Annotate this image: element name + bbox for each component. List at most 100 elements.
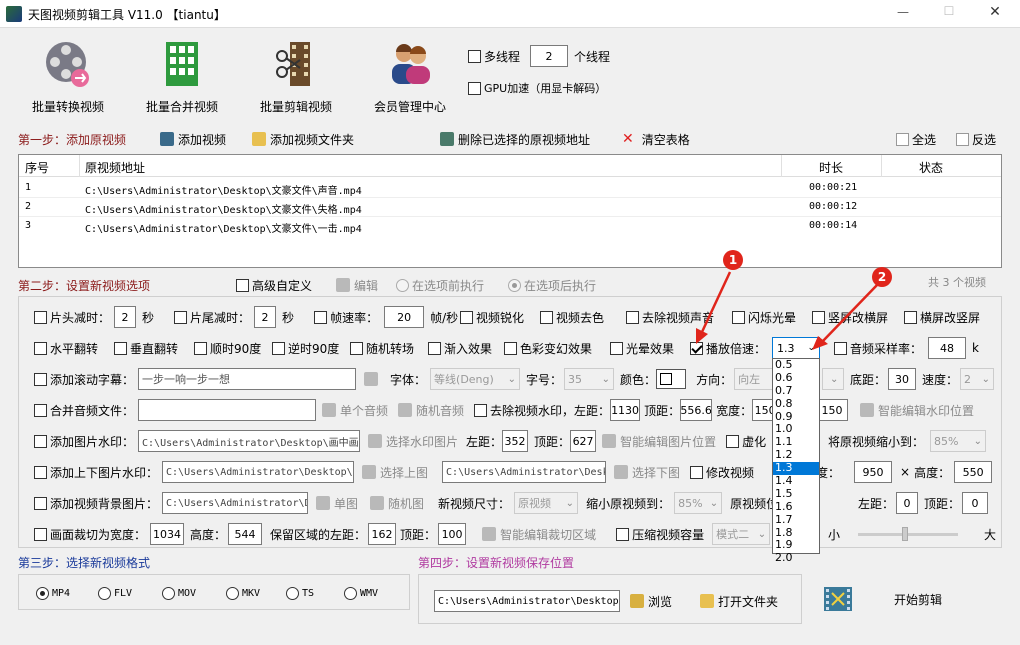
- remove-audio-checkbox[interactable]: [626, 310, 639, 324]
- table-row[interactable]: 1 C:\Users\Administrator\Desktop\文豪文件\声音…: [19, 179, 1001, 198]
- multithread-checkbox[interactable]: [468, 49, 481, 63]
- bg-left-input[interactable]: 0: [896, 492, 919, 514]
- color-effect-checkbox[interactable]: [504, 341, 517, 355]
- speed-option[interactable]: 0.7: [773, 384, 819, 398]
- bottom-input[interactable]: 30: [888, 368, 917, 390]
- bg-top-input[interactable]: 0: [962, 492, 989, 514]
- merge-audio-input[interactable]: [138, 399, 317, 421]
- color-picker[interactable]: [656, 369, 687, 389]
- subtitle-position-select[interactable]: [822, 368, 844, 390]
- subtitle-input[interactable]: 一步一响一步一想: [138, 368, 357, 390]
- tb-image-checkbox[interactable]: [34, 465, 47, 479]
- tail-cut-input[interactable]: 2: [254, 306, 277, 328]
- format-radio-ts[interactable]: [286, 586, 299, 600]
- speed-option[interactable]: 2.0: [773, 551, 819, 565]
- table-row[interactable]: 3 C:\Users\Administrator\Desktop\文豪文件\一击…: [19, 217, 1001, 236]
- invert-button[interactable]: 反选: [956, 127, 996, 151]
- sub-speed-select[interactable]: 2: [960, 368, 995, 390]
- new-height-input[interactable]: 550: [954, 461, 993, 483]
- speed-option[interactable]: 1.4: [773, 474, 819, 488]
- random-image-button[interactable]: 随机图: [388, 495, 424, 512]
- col-duration[interactable]: 时长: [819, 159, 843, 176]
- single-image-button[interactable]: 单图: [334, 495, 358, 512]
- crop-height-input[interactable]: 544: [228, 523, 263, 545]
- clear-table-button[interactable]: ✕ 清空表格: [622, 127, 690, 151]
- image-wm-checkbox[interactable]: [34, 434, 47, 448]
- samplerate-input[interactable]: 48: [928, 337, 967, 359]
- bottom-image-path[interactable]: C:\Users\Administrator\Desk: [442, 461, 607, 483]
- size-select[interactable]: 35: [564, 368, 615, 390]
- fadein-checkbox[interactable]: [428, 341, 441, 355]
- browse-button[interactable]: 浏览: [648, 593, 672, 610]
- crop-left-input[interactable]: 162: [368, 523, 397, 545]
- head-cut-input[interactable]: 2: [114, 306, 137, 328]
- advanced-checkbox[interactable]: [236, 278, 249, 292]
- speed-option[interactable]: 1.5: [773, 487, 819, 501]
- random-audio-button[interactable]: 随机音频: [416, 402, 464, 419]
- new-width-input[interactable]: 950: [854, 461, 893, 483]
- member-center-button[interactable]: 会员管理中心: [368, 36, 452, 115]
- compress-mode-select[interactable]: 模式二: [712, 523, 771, 545]
- head-cut-checkbox[interactable]: [34, 310, 47, 324]
- bg-image-path[interactable]: C:\Users\Administrator\D: [162, 492, 309, 514]
- format-radio-mov[interactable]: [162, 586, 175, 600]
- subtitle-checkbox[interactable]: [34, 372, 47, 386]
- smart-image-button[interactable]: 智能编辑图片位置: [620, 433, 716, 450]
- wm-height-input[interactable]: 150: [816, 399, 848, 421]
- open-folder-button[interactable]: 打开文件夹: [718, 593, 778, 610]
- gpu-checkbox[interactable]: [468, 81, 481, 95]
- framerate-input[interactable]: 20: [384, 306, 425, 328]
- merge-audio-checkbox[interactable]: [34, 403, 47, 417]
- edit-button[interactable]: 编辑: [336, 273, 378, 297]
- wm-left-input[interactable]: 1130: [610, 399, 641, 421]
- vflip-checkbox[interactable]: [114, 341, 127, 355]
- image-wm-path[interactable]: C:\Users\Administrator\Desktop\画中画: [138, 430, 361, 452]
- table-row[interactable]: 2 C:\Users\Administrator\Desktop\文豪文件\失格…: [19, 198, 1001, 217]
- smart-crop-button[interactable]: 智能编辑裁切区域: [500, 526, 596, 543]
- shrink-select[interactable]: 85%: [930, 430, 987, 452]
- random-transition-checkbox[interactable]: [350, 341, 363, 355]
- shrink-to-select[interactable]: 85%: [674, 492, 723, 514]
- speed-option[interactable]: 0.6: [773, 371, 819, 385]
- format-radio-flv[interactable]: [98, 586, 111, 600]
- before-radio[interactable]: [396, 278, 409, 292]
- batch-cut-button[interactable]: 批量剪辑视频: [254, 36, 338, 115]
- choose-top-button[interactable]: 选择上图: [380, 464, 428, 481]
- compress-slider[interactable]: [858, 526, 959, 541]
- batch-merge-button[interactable]: 批量合并视频: [140, 36, 224, 115]
- speed-option[interactable]: 1.6: [773, 500, 819, 514]
- format-radio-wmv[interactable]: [344, 586, 357, 600]
- font-select[interactable]: 等线(Deng): [430, 368, 521, 390]
- bg-image-checkbox[interactable]: [34, 496, 47, 510]
- select-all-button[interactable]: 全选: [896, 127, 936, 151]
- hflip-checkbox[interactable]: [34, 341, 47, 355]
- add-folder-button[interactable]: 添加视频文件夹: [252, 127, 354, 151]
- rot90-checkbox[interactable]: [194, 341, 207, 355]
- col-no[interactable]: 序号: [25, 159, 49, 176]
- tail-cut-checkbox[interactable]: [174, 310, 188, 324]
- crop-checkbox[interactable]: [34, 527, 47, 541]
- speed-option[interactable]: 0.8: [773, 397, 819, 411]
- start-button[interactable]: 开始剪辑: [822, 582, 972, 616]
- img-left-input[interactable]: 352: [502, 430, 529, 452]
- after-radio[interactable]: [508, 278, 521, 292]
- col-path[interactable]: 原视频地址: [85, 159, 145, 176]
- h2v-checkbox[interactable]: [904, 310, 917, 324]
- save-path-input[interactable]: C:\Users\Administrator\Desktop\: [434, 590, 620, 612]
- minimize-button[interactable]: —: [888, 5, 918, 19]
- top-image-path[interactable]: C:\Users\Administrator\Desktop\Q: [162, 461, 355, 483]
- col-status[interactable]: 状态: [919, 159, 943, 176]
- choose-image-button[interactable]: 选择水印图片: [386, 433, 458, 450]
- desaturate-checkbox[interactable]: [540, 310, 553, 324]
- delete-selected-button[interactable]: 删除已选择的原视频地址: [440, 127, 590, 151]
- choose-bottom-button[interactable]: 选择下图: [632, 464, 680, 481]
- speed-option[interactable]: 0.5: [773, 358, 819, 372]
- crop-top-input[interactable]: 100: [438, 523, 467, 545]
- smart-wm-button[interactable]: 智能编辑水印位置: [878, 402, 974, 419]
- threads-input[interactable]: 2: [530, 45, 569, 67]
- format-radio-mp4[interactable]: [36, 586, 49, 600]
- sharpen-checkbox[interactable]: [460, 310, 473, 324]
- remove-watermark-checkbox[interactable]: [474, 403, 488, 417]
- framerate-checkbox[interactable]: [314, 310, 328, 324]
- wm-top-input[interactable]: 556.6: [680, 399, 713, 421]
